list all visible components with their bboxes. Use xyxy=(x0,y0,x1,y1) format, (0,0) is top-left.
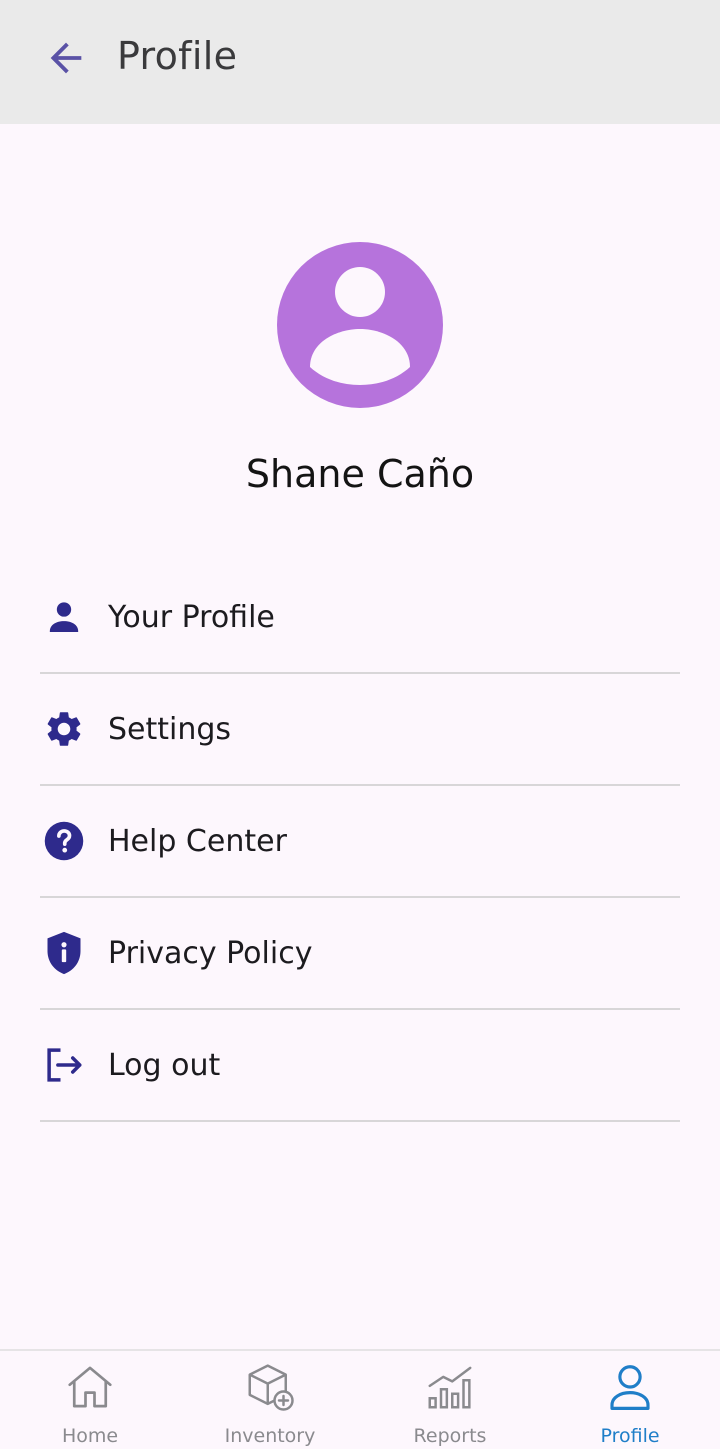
menu-item-label: Privacy Policy xyxy=(108,935,313,971)
bar-chart-icon xyxy=(420,1359,480,1415)
box-add-icon xyxy=(240,1359,300,1415)
profile-menu: Your Profile Settings Help Center Privac… xyxy=(40,562,680,1122)
page-title: Profile xyxy=(117,34,238,78)
nav-label: Inventory xyxy=(224,1425,316,1447)
menu-item-label: Settings xyxy=(108,711,232,747)
menu-item-your-profile[interactable]: Your Profile xyxy=(40,562,680,674)
menu-item-label: Log out xyxy=(108,1047,221,1083)
person-avatar-icon xyxy=(310,267,410,385)
nav-label: Reports xyxy=(413,1425,487,1447)
nav-label: Home xyxy=(61,1425,119,1447)
home-icon xyxy=(60,1359,120,1415)
menu-item-label: Help Center xyxy=(108,823,287,859)
arrow-back-icon xyxy=(50,42,82,74)
app-bar: Profile xyxy=(0,0,720,124)
menu-item-log-out[interactable]: Log out xyxy=(40,1010,680,1122)
help-circle-icon xyxy=(40,817,88,865)
gear-icon xyxy=(40,705,88,753)
bottom-navigation: Home Inventory Reports Profile xyxy=(0,1349,720,1447)
avatar xyxy=(277,242,443,408)
nav-item-reports[interactable]: Reports xyxy=(360,1351,540,1449)
back-button[interactable] xyxy=(40,32,92,84)
shield-info-icon xyxy=(40,929,88,977)
person-icon xyxy=(40,593,88,641)
menu-item-settings[interactable]: Settings xyxy=(40,674,680,786)
menu-item-privacy-policy[interactable]: Privacy Policy xyxy=(40,898,680,1010)
person-outline-icon xyxy=(600,1359,660,1415)
nav-item-home[interactable]: Home xyxy=(0,1351,180,1449)
nav-label: Profile xyxy=(600,1425,660,1447)
menu-item-label: Your Profile xyxy=(108,599,275,635)
user-name: Shane Caño xyxy=(245,452,475,496)
nav-item-profile[interactable]: Profile xyxy=(540,1351,720,1449)
menu-item-help-center[interactable]: Help Center xyxy=(40,786,680,898)
logout-icon xyxy=(40,1041,88,1089)
nav-item-inventory[interactable]: Inventory xyxy=(180,1351,360,1449)
